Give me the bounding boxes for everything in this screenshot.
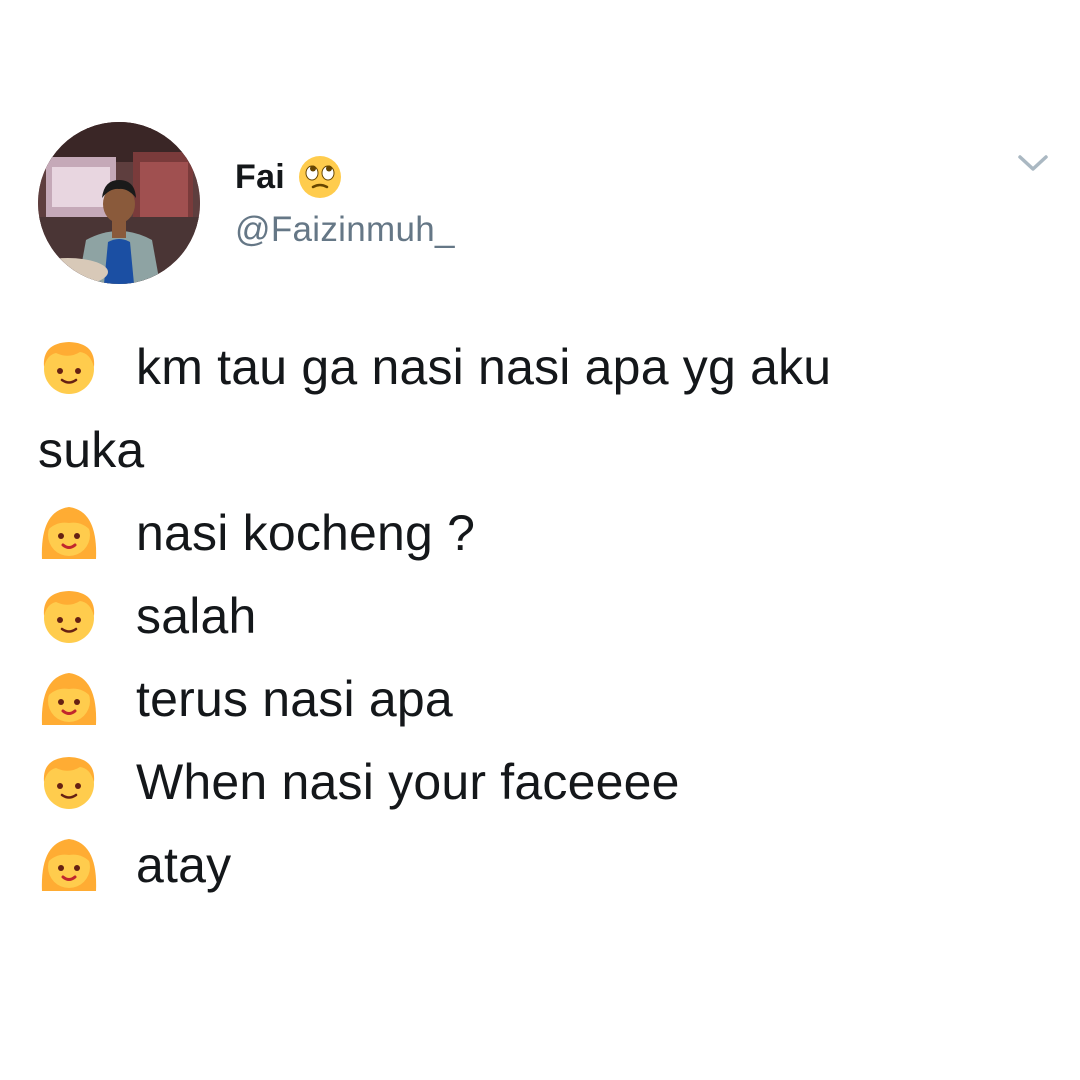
tweet-text: km tau ga nasi nasi apa yg aku suka nasi… xyxy=(38,326,1048,907)
avatar[interactable] xyxy=(38,122,200,284)
line-text: When nasi your faceeee xyxy=(136,754,680,810)
line-text: km tau ga nasi nasi apa yg aku xyxy=(136,339,832,395)
chevron-down-icon[interactable] xyxy=(1016,152,1050,174)
dialogue-line: salah xyxy=(38,575,1048,658)
tweet-header: Fai @Faizinmuh_ xyxy=(38,122,1048,287)
boy-emoji-icon xyxy=(43,591,95,643)
line-text: terus nasi apa xyxy=(136,671,453,727)
dialogue-line: nasi kocheng ? xyxy=(38,492,1048,575)
line-text: nasi kocheng ? xyxy=(136,505,476,561)
line-text: salah xyxy=(136,588,257,644)
dialogue-line: terus nasi apa xyxy=(38,658,1048,741)
boy-emoji-icon xyxy=(43,342,95,394)
girl-emoji-icon xyxy=(41,673,97,725)
tweet-card: Fai @Faizinmuh_ km tau ga nasi nasi apa … xyxy=(0,0,1080,1080)
dialogue-line: km tau ga nasi nasi apa yg aku xyxy=(38,326,1048,409)
dialogue-line: atay xyxy=(38,824,1048,907)
girl-emoji-icon xyxy=(41,839,97,891)
dialogue-line-continuation: suka xyxy=(38,422,145,478)
line-text: atay xyxy=(136,837,232,893)
display-name[interactable]: Fai xyxy=(235,158,285,197)
dialogue-line: When nasi your faceeee xyxy=(38,741,1048,824)
display-name-row: Fai xyxy=(235,152,343,202)
author-handle[interactable]: @Faizinmuh_ xyxy=(235,210,455,250)
boy-emoji-icon xyxy=(43,757,95,809)
girl-emoji-icon xyxy=(41,507,97,559)
face-with-rolling-eyes-icon xyxy=(299,156,342,198)
